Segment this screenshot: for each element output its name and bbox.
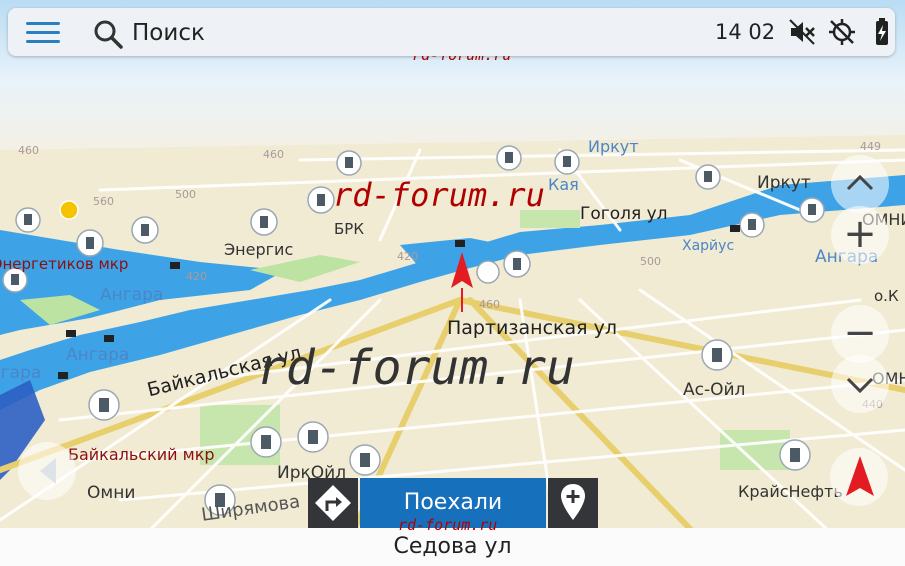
altitude-label: 500 <box>175 188 196 201</box>
place-label: Харйус <box>682 238 735 254</box>
place-label: Ас-Ойл <box>683 380 746 400</box>
add-point-button[interactable] <box>548 478 598 528</box>
place-label: Кая <box>548 175 579 194</box>
place-label: Иркут <box>757 173 811 193</box>
street-label: Партизанская ул <box>447 317 617 339</box>
altitude-label: 460 <box>263 148 284 161</box>
route-turn-icon <box>315 485 351 521</box>
altitude-label: 460 <box>479 298 500 311</box>
current-street-label: Седова ул <box>393 534 512 559</box>
watermark-bottom: rd-forum.ru <box>398 516 497 534</box>
place-label: Энергис <box>224 240 294 259</box>
top-bar: Поиск 14 02 <box>8 8 895 56</box>
search-icon <box>94 20 123 49</box>
altitude-label: 460 <box>18 144 39 157</box>
menu-button[interactable] <box>26 20 60 46</box>
watermark-text: rd-forum.ru <box>257 340 575 396</box>
compass-button[interactable] <box>830 448 888 506</box>
altitude-label: 420 <box>186 270 207 283</box>
watermark-text: rd-forum.ru <box>333 176 545 214</box>
street-label: Гоголя ул <box>580 204 668 224</box>
watermark-mid: rd-forum.ru <box>333 176 545 214</box>
water-label: Ангара <box>100 285 164 305</box>
menu-line <box>26 40 60 43</box>
chevron-down-icon <box>846 377 874 394</box>
menu-line <box>26 22 60 25</box>
water-label: Ангара <box>0 363 42 383</box>
battery-charging-icon <box>876 18 888 45</box>
watermark-big: rd-forum.ru <box>257 340 575 396</box>
tilt-up-button[interactable] <box>831 155 889 213</box>
place-label: Омни <box>87 483 136 503</box>
search-placeholder: Поиск <box>132 20 205 46</box>
altitude-label: 449 <box>860 140 881 153</box>
district-label: Энергетиков мкр <box>0 255 129 273</box>
back-arrow-icon <box>40 458 56 484</box>
place-label: БРК <box>334 220 364 238</box>
chevron-up-icon <box>846 174 874 191</box>
menu-line <box>26 31 60 34</box>
water-label: Ангара <box>66 345 130 365</box>
altitude-label: 420 <box>397 250 418 263</box>
altitude-label: 500 <box>640 255 661 268</box>
location-off-icon <box>829 19 855 45</box>
place-label: КрайсНефть <box>738 482 843 501</box>
watermark-text: rd-forum.ru <box>398 516 498 534</box>
zoom-in-icon: + <box>843 211 877 257</box>
zoom-in-button[interactable]: + <box>831 206 889 264</box>
place-label: Иркут <box>588 137 639 156</box>
compass-arrow-icon <box>846 456 874 496</box>
add-location-icon <box>561 484 585 520</box>
tilt-down-button[interactable] <box>831 355 889 413</box>
altitude-label: 560 <box>93 195 114 208</box>
clock: 14 02 <box>715 20 776 44</box>
route-options-button[interactable] <box>308 478 358 528</box>
place-label: о.К <box>874 287 899 305</box>
search-field[interactable]: Поиск <box>92 14 392 50</box>
sound-off-icon <box>789 19 815 45</box>
left-ghost-button[interactable] <box>18 442 76 500</box>
district-label: Байкальский мкр <box>68 445 215 464</box>
